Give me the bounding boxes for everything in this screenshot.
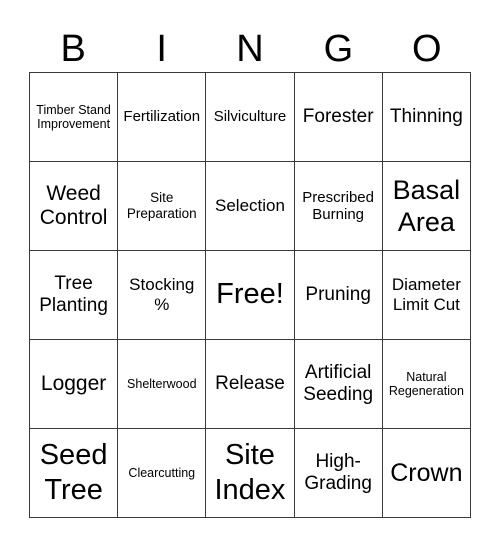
bingo-cell[interactable]: Thinning — [381, 72, 472, 162]
bingo-cell[interactable]: Selection — [205, 161, 295, 251]
bingo-cell[interactable]: Pruning — [293, 250, 383, 340]
bingo-cell[interactable]: Seed Tree — [28, 428, 119, 518]
header-letter-g: G — [323, 28, 354, 70]
bingo-row: Logger Shelterwood Release Artificial Se… — [28, 339, 472, 429]
bingo-cell[interactable]: Natural Regeneration — [381, 339, 472, 429]
bingo-cell[interactable]: Tree Planting — [28, 250, 119, 340]
bingo-cell[interactable]: Stocking % — [117, 250, 207, 340]
bingo-header: B I N G O — [29, 26, 471, 72]
bingo-cell[interactable]: High-Grading — [293, 428, 383, 518]
bingo-cell[interactable]: Site Preparation — [117, 161, 207, 251]
bingo-row: Timber Stand Improvement Fertilization S… — [28, 72, 472, 162]
free-space-cell[interactable]: Free! — [205, 250, 295, 340]
header-letter-o: O — [412, 28, 442, 70]
bingo-cell[interactable]: Clearcutting — [117, 428, 207, 518]
bingo-cell[interactable]: Logger — [28, 339, 119, 429]
bingo-cell[interactable]: Artificial Seeding — [293, 339, 383, 429]
header-letter-n: N — [236, 28, 264, 70]
bingo-cell[interactable]: Release — [205, 339, 295, 429]
bingo-row: Seed Tree Clearcutting Site Index High-G… — [28, 428, 472, 518]
bingo-cell[interactable]: Site Index — [205, 428, 295, 518]
bingo-cell[interactable]: Timber Stand Improvement — [28, 72, 119, 162]
bingo-cell[interactable]: Diameter Limit Cut — [381, 250, 472, 340]
bingo-cell[interactable]: Fertilization — [117, 72, 207, 162]
bingo-cell[interactable]: Shelterwood — [117, 339, 207, 429]
bingo-cell[interactable]: Silviculture — [205, 72, 295, 162]
bingo-cell[interactable]: Forester — [293, 72, 383, 162]
header-letter-i: I — [156, 28, 167, 70]
bingo-cell[interactable]: Crown — [381, 428, 472, 518]
bingo-row: Tree Planting Stocking % Free! Pruning D… — [28, 250, 472, 340]
bingo-card: Timber Stand Improvement Fertilization S… — [28, 72, 472, 518]
bingo-cell[interactable]: Weed Control — [28, 161, 119, 251]
bingo-cell[interactable]: Basal Area — [381, 161, 472, 251]
bingo-cell[interactable]: Prescribed Burning — [293, 161, 383, 251]
header-letter-b: B — [60, 28, 86, 70]
bingo-row: Weed Control Site Preparation Selection … — [28, 161, 472, 251]
